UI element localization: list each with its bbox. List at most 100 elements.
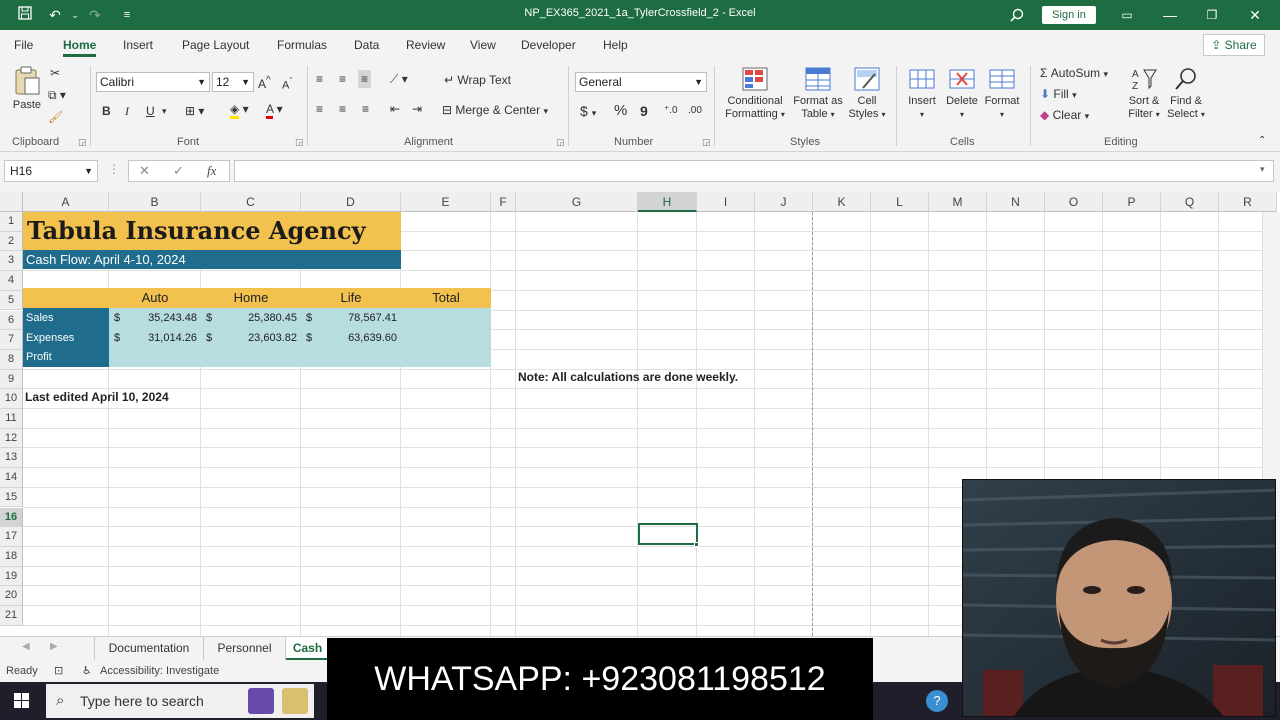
decrease-decimal-icon[interactable]: .00	[688, 102, 702, 120]
row-header-16[interactable]: 16	[0, 507, 23, 528]
tab-formulas[interactable]: Formulas	[277, 38, 327, 52]
enter-icon[interactable]: ✓	[173, 163, 184, 179]
format-as-table-button[interactable]: Format as Table ▾	[790, 66, 846, 121]
column-header-e[interactable]: E	[401, 192, 491, 212]
label-sales[interactable]: Sales	[26, 308, 54, 328]
alignment-launcher-icon[interactable]: ◲	[556, 137, 565, 148]
search-icon[interactable]	[1006, 5, 1028, 25]
align-center-icon[interactable]: ≡	[339, 100, 346, 118]
fill-handle[interactable]	[694, 542, 699, 547]
header-auto[interactable]: Auto	[109, 288, 201, 308]
autosum-button[interactable]: Σ AutoSum ▾	[1040, 64, 1108, 83]
last-edited-cell[interactable]: Last edited April 10, 2024	[25, 387, 169, 407]
column-header-f[interactable]: F	[491, 192, 516, 212]
scroll-right-icon[interactable]: ▶	[50, 641, 58, 652]
underline-button[interactable]: U	[146, 102, 155, 120]
decrease-indent-icon[interactable]: ⇤	[390, 100, 400, 118]
insert-cells-button[interactable]: Insert ▾	[902, 66, 942, 121]
sheet-tab-personnel[interactable]: Personnel	[204, 637, 286, 660]
font-launcher-icon[interactable]: ◲	[295, 137, 304, 148]
number-launcher-icon[interactable]: ◲	[702, 137, 711, 148]
sign-in-button[interactable]: Sign in	[1042, 6, 1096, 24]
row-header-5[interactable]: 5	[0, 290, 23, 311]
column-header-d[interactable]: D	[301, 192, 401, 212]
row-header-19[interactable]: 19	[0, 566, 23, 587]
sheet-tab-cash[interactable]: Cash	[286, 637, 330, 660]
clear-button[interactable]: ◆ Clear ▾	[1040, 106, 1089, 125]
insert-function-icon[interactable]: fx	[207, 163, 216, 179]
merge-center-button[interactable]: ⊟ Merge & Center ▾	[442, 101, 548, 120]
column-header-n[interactable]: N	[987, 192, 1045, 212]
copy-icon[interactable]: ⧉ ▾	[48, 86, 66, 104]
fill-color-icon[interactable]: ◈ ▾	[230, 100, 249, 119]
align-middle-icon[interactable]: ≡	[339, 70, 346, 88]
column-header-m[interactable]: M	[929, 192, 987, 212]
currency-format-button[interactable]: $ ▾	[580, 102, 596, 122]
expand-formula-icon[interactable]: ▾	[1260, 164, 1265, 175]
format-painter-icon[interactable]: 🖌	[48, 108, 63, 126]
column-header-i[interactable]: I	[697, 192, 755, 212]
row-header-7[interactable]: 7	[0, 330, 23, 350]
tab-file[interactable]: File	[14, 38, 33, 52]
row-header-11[interactable]: 11	[0, 409, 23, 429]
row-header-4[interactable]: 4	[0, 271, 23, 291]
row-header-8[interactable]: 8	[0, 349, 23, 370]
ribbon-display-icon[interactable]: ▭	[1112, 4, 1142, 26]
undo-icon[interactable]: ↶	[44, 5, 66, 25]
decrease-font-icon[interactable]: Aˇ	[282, 72, 292, 95]
note-cell[interactable]: Note: All calculations are done weekly.	[518, 367, 738, 387]
column-header-k[interactable]: K	[813, 192, 871, 212]
accessibility-icon[interactable]: ♿	[82, 664, 92, 677]
restore-button[interactable]: ❐	[1197, 4, 1227, 26]
cell-styles-button[interactable]: Cell Styles ▾	[846, 66, 888, 121]
redo-icon[interactable]: ↷	[84, 5, 106, 25]
wrap-text-button[interactable]: ↵ Wrap Text	[444, 71, 511, 89]
cancel-icon[interactable]: ✕	[139, 163, 150, 179]
column-header-l[interactable]: L	[871, 192, 929, 212]
accessibility-status[interactable]: Accessibility: Investigate	[100, 665, 219, 677]
orientation-icon[interactable]: ⟋ ▾	[390, 70, 408, 88]
row-header-12[interactable]: 12	[0, 428, 23, 449]
percent-button[interactable]: %	[614, 102, 627, 120]
align-right-icon[interactable]: ≡	[362, 100, 369, 118]
selected-cell-outline[interactable]	[638, 523, 698, 545]
row-header-20[interactable]: 20	[0, 586, 23, 606]
customize-toolbar-icon[interactable]: ≡	[116, 5, 138, 25]
align-left-icon[interactable]: ≡	[316, 100, 323, 118]
app-icon[interactable]	[248, 688, 274, 714]
align-bottom-icon[interactable]: ≡	[358, 70, 372, 88]
tab-help[interactable]: Help	[603, 38, 628, 52]
format-cells-button[interactable]: Format ▾	[982, 66, 1022, 121]
sort-filter-button[interactable]: AZ Sort & Filter ▾	[1124, 66, 1164, 121]
sheet-title-cell[interactable]: Tabula Insurance Agency	[23, 212, 401, 250]
close-button[interactable]: ✕	[1240, 4, 1270, 26]
share-button[interactable]: ⇪ Share	[1203, 34, 1265, 56]
scroll-left-icon[interactable]: ◀	[22, 641, 30, 652]
fill-button[interactable]: ⬇ Fill ▾	[1040, 85, 1077, 104]
underline-dropdown-icon[interactable]: ▾	[162, 102, 167, 120]
column-header-o[interactable]: O	[1045, 192, 1103, 212]
row-header-15[interactable]: 15	[0, 487, 23, 508]
expenses-home[interactable]: 23,603.82	[201, 328, 297, 348]
header-home[interactable]: Home	[201, 288, 301, 308]
delete-cells-button[interactable]: Delete ▾	[942, 66, 982, 121]
column-header-q[interactable]: Q	[1161, 192, 1219, 212]
clipboard-launcher-icon[interactable]: ◲	[78, 137, 87, 148]
italic-button[interactable]: I	[125, 102, 129, 120]
macro-record-icon[interactable]: ⊡	[54, 664, 63, 677]
row-header-21[interactable]: 21	[0, 606, 23, 626]
column-header-j[interactable]: J	[755, 192, 813, 212]
cut-icon[interactable]: ✂	[50, 64, 60, 82]
tab-home[interactable]: Home	[63, 38, 97, 57]
column-header-c[interactable]: C	[201, 192, 301, 212]
header-total[interactable]: Total	[401, 288, 491, 308]
sheet-subtitle-cell[interactable]: Cash Flow: April 4-10, 2024	[23, 250, 401, 269]
row-header-3[interactable]: 3	[0, 251, 23, 272]
column-header-a[interactable]: A	[23, 192, 109, 212]
row-header-10[interactable]: 10	[0, 389, 23, 409]
row-header-9[interactable]: 9	[0, 369, 23, 390]
column-header-p[interactable]: P	[1103, 192, 1161, 212]
tab-data[interactable]: Data	[354, 38, 379, 52]
tab-view[interactable]: View	[470, 38, 496, 52]
row-header-18[interactable]: 18	[0, 546, 23, 567]
